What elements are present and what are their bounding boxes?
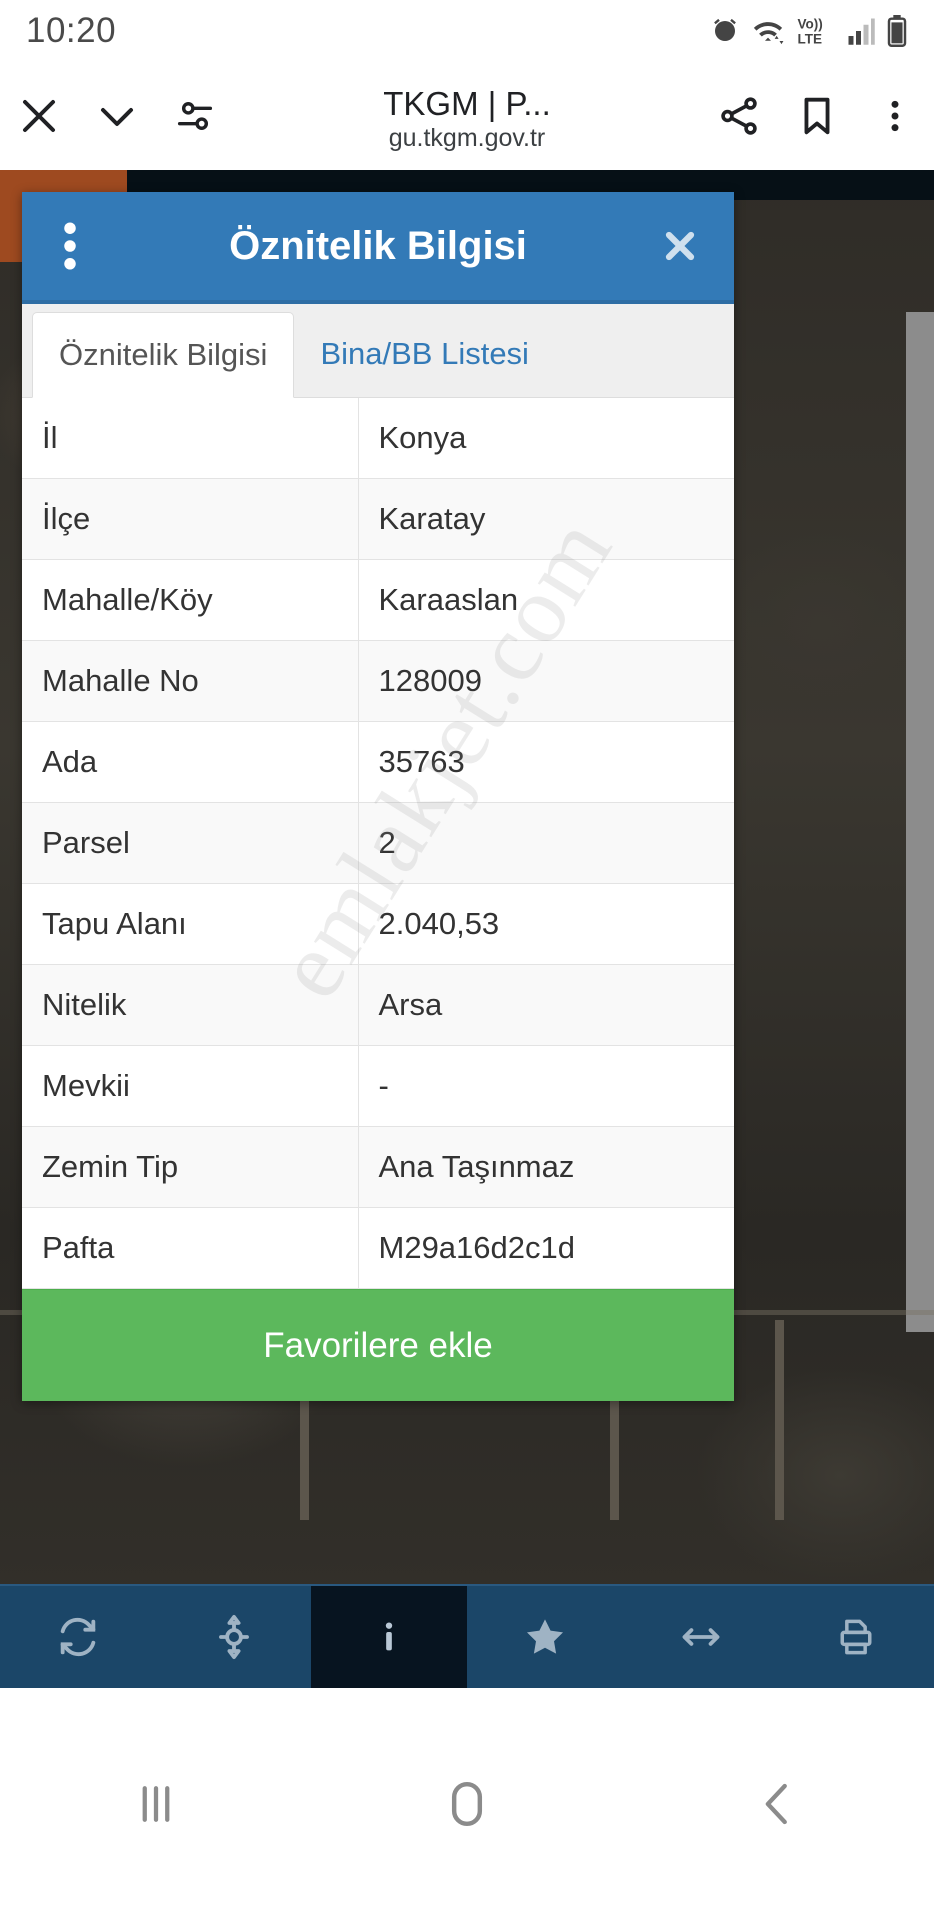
attribute-key: İlçe	[22, 478, 359, 560]
tab-bina-bb-listesi[interactable]: Bina/BB Listesi	[294, 311, 555, 397]
toolbar-favorites-button[interactable]	[467, 1586, 623, 1688]
attribute-key: Pafta	[22, 1207, 359, 1289]
attribute-value: Arsa	[378, 987, 443, 1022]
tab-label: Bina/BB Listesi	[320, 336, 529, 371]
table-row: İlçe Karatay	[22, 478, 734, 560]
dialog-close-icon[interactable]	[652, 218, 708, 274]
map-post	[775, 1320, 784, 1520]
status-time: 10:20	[26, 11, 117, 50]
android-nav-bar	[0, 1688, 934, 1920]
add-to-favorites-button[interactable]: Favorilere ekle	[22, 1289, 734, 1401]
alarm-icon	[710, 16, 740, 46]
attribute-value: 2	[378, 825, 396, 860]
wifi-icon	[751, 16, 785, 46]
attribute-value: 35763	[378, 744, 465, 779]
dialog-tabs: Öznitelik Bilgisi Bina/BB Listesi	[22, 304, 734, 398]
toolbar-info-button[interactable]	[311, 1586, 468, 1688]
attribute-key: Nitelik	[22, 964, 359, 1046]
table-row: Parsel 2	[22, 802, 734, 884]
home-icon[interactable]	[392, 1749, 542, 1859]
tab-label: Öznitelik Bilgisi	[59, 337, 268, 372]
table-row: Mahalle/Köy Karaaslan	[22, 559, 734, 641]
attribute-value: Ana Taşınmaz	[378, 1149, 575, 1184]
page-url: gu.tkgm.gov.tr	[388, 123, 546, 151]
svg-text:LTE: LTE	[798, 31, 823, 46]
web-page-viewport: Öznitelik Bilgisi Öznitelik Bilgisi Bina…	[0, 170, 934, 1688]
battery-icon	[886, 15, 908, 47]
overflow-menu-icon[interactable]	[856, 77, 934, 155]
android-status-bar: 10:20 Vo)) LTE	[0, 0, 934, 62]
table-row: Nitelik Arsa	[22, 964, 734, 1046]
status-icon-group: Vo)) LTE	[710, 15, 908, 47]
table-row: İl Konya	[22, 398, 734, 479]
dialog-header: Öznitelik Bilgisi	[22, 192, 734, 304]
chevron-down-icon[interactable]	[78, 77, 156, 155]
map-tools-toolbar	[0, 1584, 934, 1688]
attribute-key: Ada	[22, 721, 359, 803]
recents-icon[interactable]	[81, 1749, 231, 1859]
map-right-column	[906, 312, 934, 1332]
attribute-table-body: İl Konya İlçe Karatay Mahalle/Köy Karaas…	[22, 398, 734, 1289]
volte-icon: Vo)) LTE	[796, 15, 836, 47]
phone-screen: 10:20 Vo)) LTE TKGM | P... gu.tkgm.gov.t…	[0, 0, 934, 1920]
dialog-title: Öznitelik Bilgisi	[229, 223, 527, 268]
address-bar[interactable]: TKGM | P... gu.tkgm.gov.tr	[234, 87, 700, 151]
bookmark-icon[interactable]	[778, 77, 856, 155]
toolbar-refresh-button[interactable]	[0, 1586, 156, 1688]
table-row: Mahalle No 128009	[22, 640, 734, 722]
share-icon[interactable]	[700, 77, 778, 155]
attribute-value: -	[378, 1068, 389, 1103]
toolbar-print-button[interactable]	[778, 1586, 934, 1688]
attribute-value: 2.040,53	[378, 906, 500, 941]
attribute-value: M29a16d2c1d	[378, 1230, 576, 1265]
tab-oznitelik-bilgisi[interactable]: Öznitelik Bilgisi	[32, 312, 295, 398]
table-row: Zemin Tip Ana Taşınmaz	[22, 1126, 734, 1208]
attribute-key: Zemin Tip	[22, 1126, 359, 1208]
table-row: Tapu Alanı 2.040,53	[22, 883, 734, 965]
signal-icon	[847, 16, 875, 46]
attribute-key: İl	[22, 398, 359, 479]
page-settings-icon[interactable]	[156, 77, 234, 155]
toolbar-measure-button[interactable]	[623, 1586, 779, 1688]
attribute-key: Mevkii	[22, 1045, 359, 1127]
table-row: Mevkii -	[22, 1045, 734, 1127]
attribute-value: Karatay	[378, 501, 486, 536]
back-icon[interactable]	[703, 1749, 853, 1859]
attribute-table: İl Konya İlçe Karatay Mahalle/Köy Karaas…	[22, 398, 734, 1289]
close-icon[interactable]	[0, 77, 78, 155]
page-title: TKGM | P...	[383, 87, 551, 123]
attribute-value: 128009	[378, 663, 482, 698]
attribute-value: Konya	[378, 420, 467, 455]
table-row: Ada 35763	[22, 721, 734, 803]
attribute-key: Mahalle No	[22, 640, 359, 722]
browser-toolbar: TKGM | P... gu.tkgm.gov.tr	[0, 62, 934, 170]
attribute-key: Mahalle/Köy	[22, 559, 359, 641]
toolbar-locate-button[interactable]	[156, 1586, 312, 1688]
attribute-key: Tapu Alanı	[22, 883, 359, 965]
attribute-value: Karaaslan	[378, 582, 519, 617]
attribute-info-dialog: Öznitelik Bilgisi Öznitelik Bilgisi Bina…	[22, 192, 734, 1401]
table-row: Pafta M29a16d2c1d	[22, 1207, 734, 1289]
svg-text:Vo)): Vo))	[798, 17, 823, 32]
attribute-key: Parsel	[22, 802, 359, 884]
add-to-favorites-label: Favorilere ekle	[263, 1325, 493, 1365]
dialog-menu-icon[interactable]	[48, 220, 92, 272]
